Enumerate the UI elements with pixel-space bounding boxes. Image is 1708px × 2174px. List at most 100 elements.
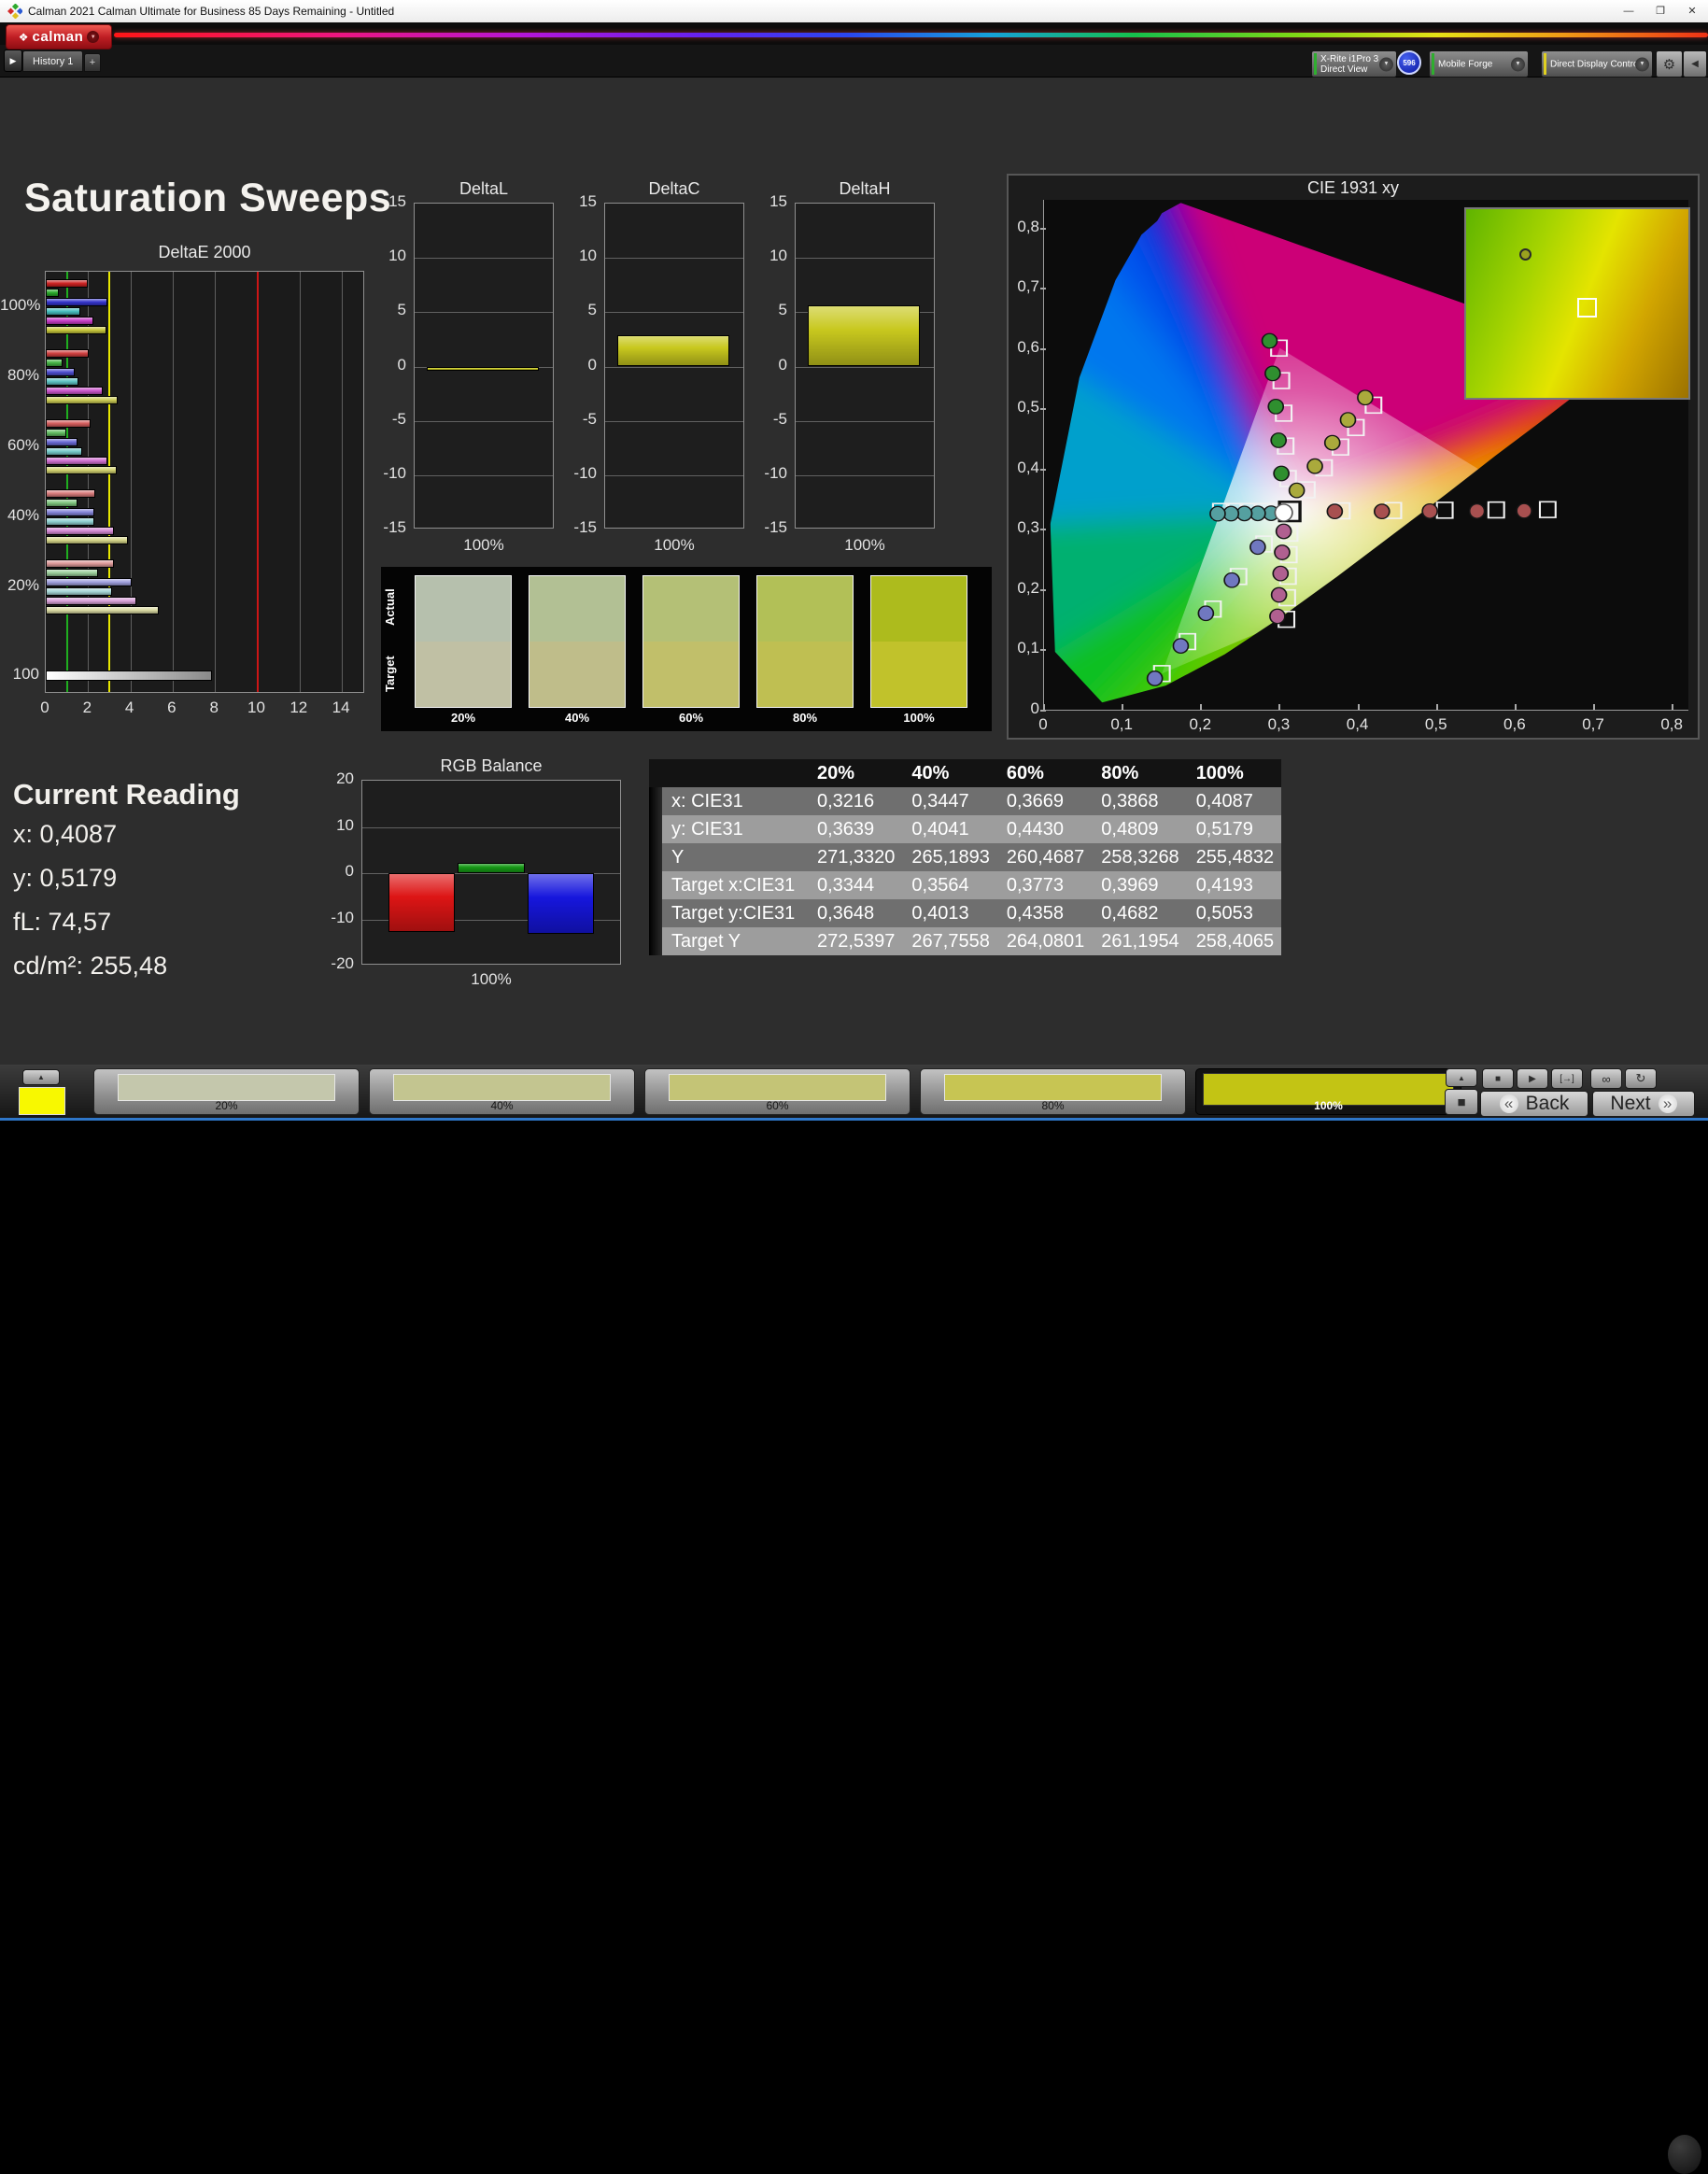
table-left-strip (649, 899, 662, 927)
axis-tick-label: -10 (573, 463, 597, 482)
deltaH-bar-deltaH (808, 305, 921, 367)
row-label: Y (662, 843, 808, 871)
current-reading-fl: fL: 74,57 (13, 908, 112, 936)
cie-measured-green-60 (1267, 398, 1285, 415)
patch-popup-button[interactable]: ▲ (22, 1069, 60, 1085)
deltae-bar-magenta-60% (46, 457, 107, 465)
chevron-down-icon: ▼ (87, 31, 100, 43)
deltaH-title: DeltaH (839, 179, 891, 198)
table-row-Target Y: Target Y 272,5397 267,7558 264,0801 261,1954… (649, 927, 1282, 955)
continuous-measure-button[interactable]: [→] (1551, 1068, 1583, 1089)
deltae-bar-yellow-60% (46, 466, 117, 474)
table-cell: 0,5053 (1186, 899, 1282, 927)
patch-thumb-swatch-80% (944, 1074, 1162, 1101)
rgb-balance-title: RGB Balance (440, 756, 543, 775)
patch-thumb-20%[interactable]: 20% (93, 1068, 360, 1115)
pattern-popup-button[interactable]: ▲ (1446, 1068, 1477, 1087)
back-button[interactable]: « Back (1480, 1091, 1588, 1117)
axis-tick-label: 14 (332, 699, 350, 716)
meter-name: X-Rite i1Pro 3 (1320, 53, 1379, 64)
deltae-bar-red-40% (46, 489, 96, 498)
source-name: Mobile Forge (1438, 59, 1493, 69)
gridline (362, 826, 620, 828)
patch-thumb-100%[interactable]: 100% (1195, 1068, 1461, 1115)
settings-button[interactable]: ⚙ (1656, 50, 1683, 78)
cie-x-tick-0,7: 0,7 (1582, 715, 1604, 733)
table-cell: 0,4087 (1186, 787, 1282, 815)
table-row-Y: Y 271,3320 265,1893 260,4687 258,3268 255,483… (649, 843, 1282, 871)
window-titlebar: Calman 2021 Calman Ultimate for Business… (0, 0, 1708, 23)
infinite-repeat-button[interactable]: ∞ (1590, 1068, 1622, 1089)
cie-zoom-inset (1464, 207, 1690, 400)
swatch-target-60% (643, 642, 739, 707)
tab-history-1[interactable]: History 1 (22, 50, 84, 72)
axis-tick-label: 5 (778, 301, 787, 319)
cie-y-tick-0,7: 0,7 (1017, 277, 1039, 296)
loop-button[interactable]: ↻ (1625, 1068, 1657, 1089)
table-cell: 0,3447 (902, 787, 997, 815)
cie-y-tick-0,8: 0,8 (1017, 217, 1039, 235)
table-row-x: CIE31: x: CIE31 0,3216 0,3447 0,3669 0,3868 0,4087 (649, 787, 1282, 815)
axis-tick-label: -15 (383, 518, 406, 536)
cie-measured-red-20 (1326, 503, 1344, 520)
swatch-target-40% (529, 642, 625, 707)
cie-y-tick-0,1: 0,1 (1017, 639, 1039, 657)
cie-x-tick-0,2: 0,2 (1189, 715, 1212, 733)
patch-thumb-40%[interactable]: 40% (369, 1068, 635, 1115)
deltaL-title: DeltaL (459, 179, 509, 198)
rgb-balance-y-axis: 20 10 0 -10 -20 (327, 769, 358, 972)
play-button[interactable]: ▶ (1517, 1068, 1548, 1089)
cie-x-tick-0,1: 0,1 (1110, 715, 1133, 733)
cie-measured-blue-40 (1223, 572, 1240, 588)
rgbbalance-bar-red (388, 873, 456, 932)
swatch-actual-60% (643, 576, 739, 642)
close-button[interactable]: ✕ (1676, 0, 1708, 21)
stop-button[interactable]: ■ (1482, 1068, 1514, 1089)
cie-y-tick-0,4: 0,4 (1017, 458, 1039, 476)
add-tab-button[interactable]: + (84, 53, 101, 72)
next-button[interactable]: Next » (1592, 1091, 1695, 1117)
minimize-button[interactable]: — (1613, 0, 1644, 21)
maximize-button[interactable]: ❐ (1644, 0, 1676, 21)
table-left-strip (649, 927, 662, 955)
calman-menu-button[interactable]: ❖ calman ▼ (6, 24, 112, 49)
axis-tick-label: -5 (391, 409, 406, 428)
cie-measured-yellow-80 (1339, 412, 1357, 429)
deltae-bar-magenta-100% (46, 317, 93, 325)
axis-tick-label: 0 (587, 355, 597, 374)
inset-target-square (1577, 297, 1597, 318)
deltaC-bar-deltaC (617, 334, 730, 367)
gridline (415, 312, 553, 314)
display-control-dropdown[interactable]: Direct Display Control ▼ (1541, 50, 1653, 78)
deltaC-title: DeltaC (648, 179, 700, 198)
axis-tick-label: -5 (582, 409, 597, 428)
gridline (605, 366, 743, 368)
gridline (172, 272, 174, 692)
continuous-measure-icon: [→] (1560, 1073, 1574, 1084)
current-patch-swatch[interactable] (19, 1087, 65, 1115)
table-cell: 0,4041 (902, 815, 997, 843)
stop-icon: ■ (1494, 1073, 1502, 1084)
deltae2000-plot (45, 271, 364, 693)
pattern-window-button[interactable]: ■ (1445, 1089, 1478, 1115)
table-cell: 0,4809 (1092, 815, 1187, 843)
patch-thumb-80%[interactable]: 80% (920, 1068, 1186, 1115)
row-label: Target x:CIE31 (662, 871, 808, 899)
source-select-dropdown[interactable]: Mobile Forge ▼ (1429, 50, 1529, 78)
run-measurement-button[interactable]: ▶ (4, 49, 22, 72)
table-cell: 0,4013 (902, 899, 997, 927)
decorative-knob (1668, 2135, 1701, 2174)
meter-select-dropdown[interactable]: X-Rite i1Pro 3 Direct View ▼ (1311, 50, 1397, 78)
gridline (88, 272, 90, 692)
swatch-actual-40% (529, 576, 625, 642)
deltae-bar-red-80% (46, 349, 90, 358)
column-header-blank (662, 759, 808, 787)
meter-mode: Direct View (1320, 64, 1368, 75)
patch-navigation-bar: ▲ 20% 40% 60% 80% 100% ▲ ■ ■ ▶ [→] ∞ ↻ « Bac… (0, 1065, 1708, 2174)
cie-measured-red-40 (1373, 503, 1390, 520)
infinity-icon: ∞ (1602, 1071, 1611, 1086)
collapse-panel-button[interactable]: ◀ (1683, 50, 1707, 78)
deltae2000-title: DeltaE 2000 (158, 243, 251, 261)
patch-thumb-swatch-60% (669, 1074, 886, 1101)
patch-thumb-60%[interactable]: 60% (644, 1068, 910, 1115)
